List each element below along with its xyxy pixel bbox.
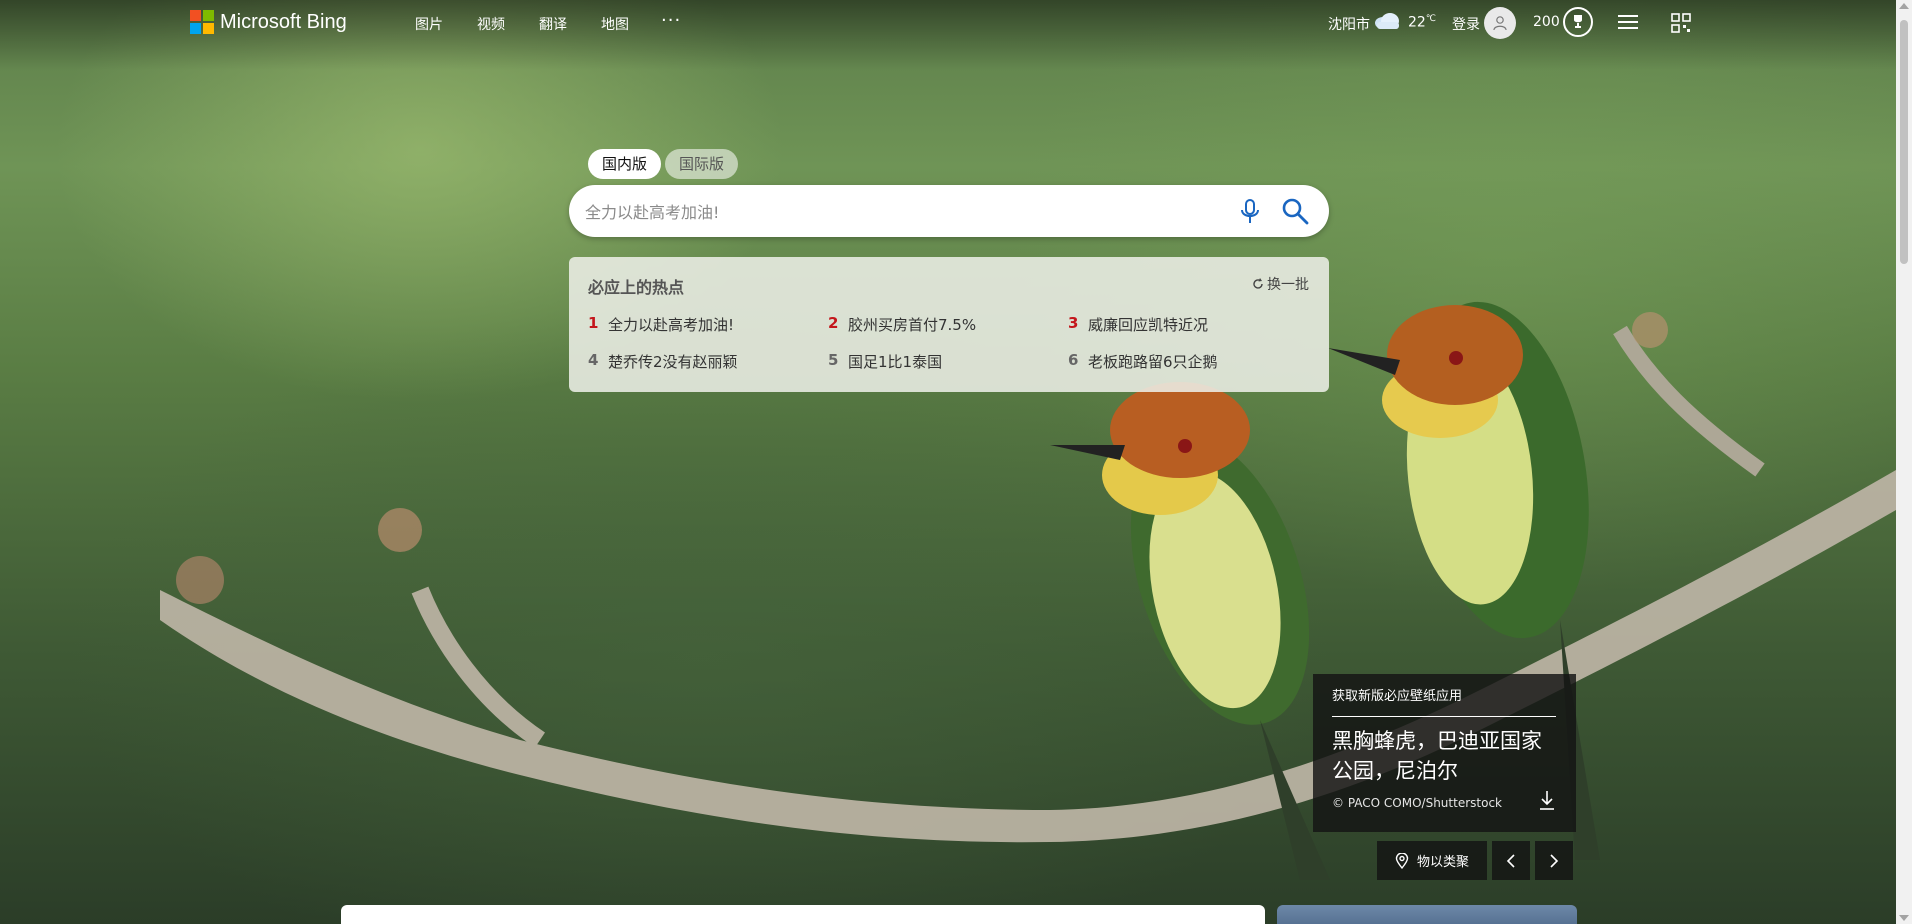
trending-text: 全力以赴高考加油! — [608, 316, 735, 334]
bing-logo[interactable]: Microsoft Bing — [190, 10, 347, 34]
download-icon[interactable] — [1538, 789, 1556, 811]
wallpaper-app-promo-link[interactable]: 获取新版必应壁纸应用 — [1332, 685, 1462, 704]
trending-rank: 1 — [588, 314, 599, 332]
rewards-trophy-icon[interactable] — [1563, 7, 1593, 37]
image-copyright: © PACO COMO/Shutterstock — [1332, 796, 1502, 810]
weather-city[interactable]: 沈阳市 — [1328, 14, 1370, 34]
chevron-left-icon — [1506, 853, 1515, 868]
scroll-down-arrow-icon[interactable] — [1899, 915, 1909, 921]
refresh-button[interactable]: 换一批 — [1252, 274, 1309, 294]
wallpaper-birds-on-branch — [160, 301, 1896, 880]
next-image-button[interactable] — [1535, 841, 1573, 880]
login-link[interactable]: 登录 — [1452, 14, 1480, 34]
cloud-icon[interactable] — [1373, 12, 1401, 30]
microphone-icon[interactable] — [1237, 198, 1263, 224]
trending-rank: 2 — [828, 314, 839, 332]
image-info-card: 获取新版必应壁纸应用 黑胸蜂虎，巴迪亚国家公园，尼泊尔 © PACO COMO/… — [1313, 674, 1576, 832]
trending-rank: 4 — [588, 351, 599, 369]
trending-rank: 5 — [828, 351, 839, 369]
image-title[interactable]: 黑胸蜂虎，巴迪亚国家公园，尼泊尔 — [1332, 726, 1562, 786]
location-button[interactable]: 物以类聚 — [1377, 841, 1487, 880]
trending-text: 威廉回应凯特近况 — [1088, 316, 1209, 334]
scrollbar-thumb[interactable] — [1900, 20, 1908, 264]
hamburger-menu-icon[interactable] — [1618, 14, 1638, 30]
chevron-right-icon — [1550, 853, 1559, 868]
logo-text: Microsoft Bing — [220, 10, 347, 33]
trending-item[interactable]: 4 楚乔传2没有赵丽颖 — [588, 351, 738, 372]
trophy-icon — [1574, 15, 1582, 28]
scroll-up-arrow-icon[interactable] — [1899, 3, 1909, 9]
trending-text: 胶州买房首付7.5% — [848, 316, 977, 334]
previous-image-button[interactable] — [1492, 841, 1530, 880]
tab-international[interactable]: 国际版 — [665, 149, 739, 179]
trending-rank: 3 — [1068, 314, 1079, 332]
search-input[interactable] — [583, 195, 1227, 229]
trending-item[interactable]: 2 胶州买房首付7.5% — [828, 314, 976, 335]
trending-title: 必应上的热点 — [588, 278, 685, 297]
page-scrollbar[interactable] — [1896, 0, 1912, 924]
trending-text: 楚乔传2没有赵丽颖 — [608, 353, 738, 371]
card-divider — [1332, 716, 1556, 717]
region-tabs: 国内版 国际版 — [588, 149, 739, 179]
trending-item[interactable]: 5 国足1比1泰国 — [828, 351, 942, 372]
temperature-value: 22 — [1408, 14, 1426, 31]
weather-temperature[interactable]: 22℃ — [1408, 14, 1436, 31]
tab-domestic[interactable]: 国内版 — [588, 149, 662, 179]
nav-videos[interactable]: 视频 — [477, 14, 505, 34]
user-avatar-icon[interactable] — [1484, 7, 1516, 39]
nav-more-button[interactable]: ··· — [661, 10, 681, 31]
search-icon[interactable] — [1281, 197, 1309, 225]
news-feed-panel[interactable] — [341, 905, 1265, 924]
trending-text: 老板跑路留6只企鹅 — [1088, 353, 1218, 371]
bing-homepage: Microsoft Bing 图片 视频 翻译 地图 ··· 沈阳市 22℃ 登… — [0, 0, 1912, 924]
refresh-label: 换一批 — [1267, 277, 1309, 293]
weather-card-panel[interactable] — [1277, 905, 1577, 924]
location-pin-icon — [1395, 852, 1409, 869]
nav-translate[interactable]: 翻译 — [539, 14, 567, 34]
qr-code-icon[interactable] — [1671, 13, 1691, 33]
rewards-points[interactable]: 200 — [1533, 14, 1560, 30]
refresh-icon — [1253, 278, 1263, 289]
trending-item[interactable]: 1 全力以赴高考加油! — [588, 314, 734, 335]
microsoft-logo-icon — [190, 10, 214, 34]
location-label: 物以类聚 — [1416, 855, 1469, 870]
user-icon — [1493, 16, 1507, 31]
temperature-unit: ℃ — [1425, 14, 1436, 24]
trending-panel: 必应上的热点 换一批 1 全力以赴高考加油! 2 胶州买房首付7.5% 3 威廉… — [569, 257, 1329, 392]
search-box — [569, 185, 1329, 237]
nav-images[interactable]: 图片 — [415, 14, 443, 34]
trending-rank: 6 — [1068, 351, 1079, 369]
nav-maps[interactable]: 地图 — [601, 14, 629, 34]
trending-item[interactable]: 6 老板跑路留6只企鹅 — [1068, 351, 1218, 372]
trending-text: 国足1比1泰国 — [848, 353, 943, 371]
trending-item[interactable]: 3 威廉回应凯特近况 — [1068, 314, 1208, 335]
